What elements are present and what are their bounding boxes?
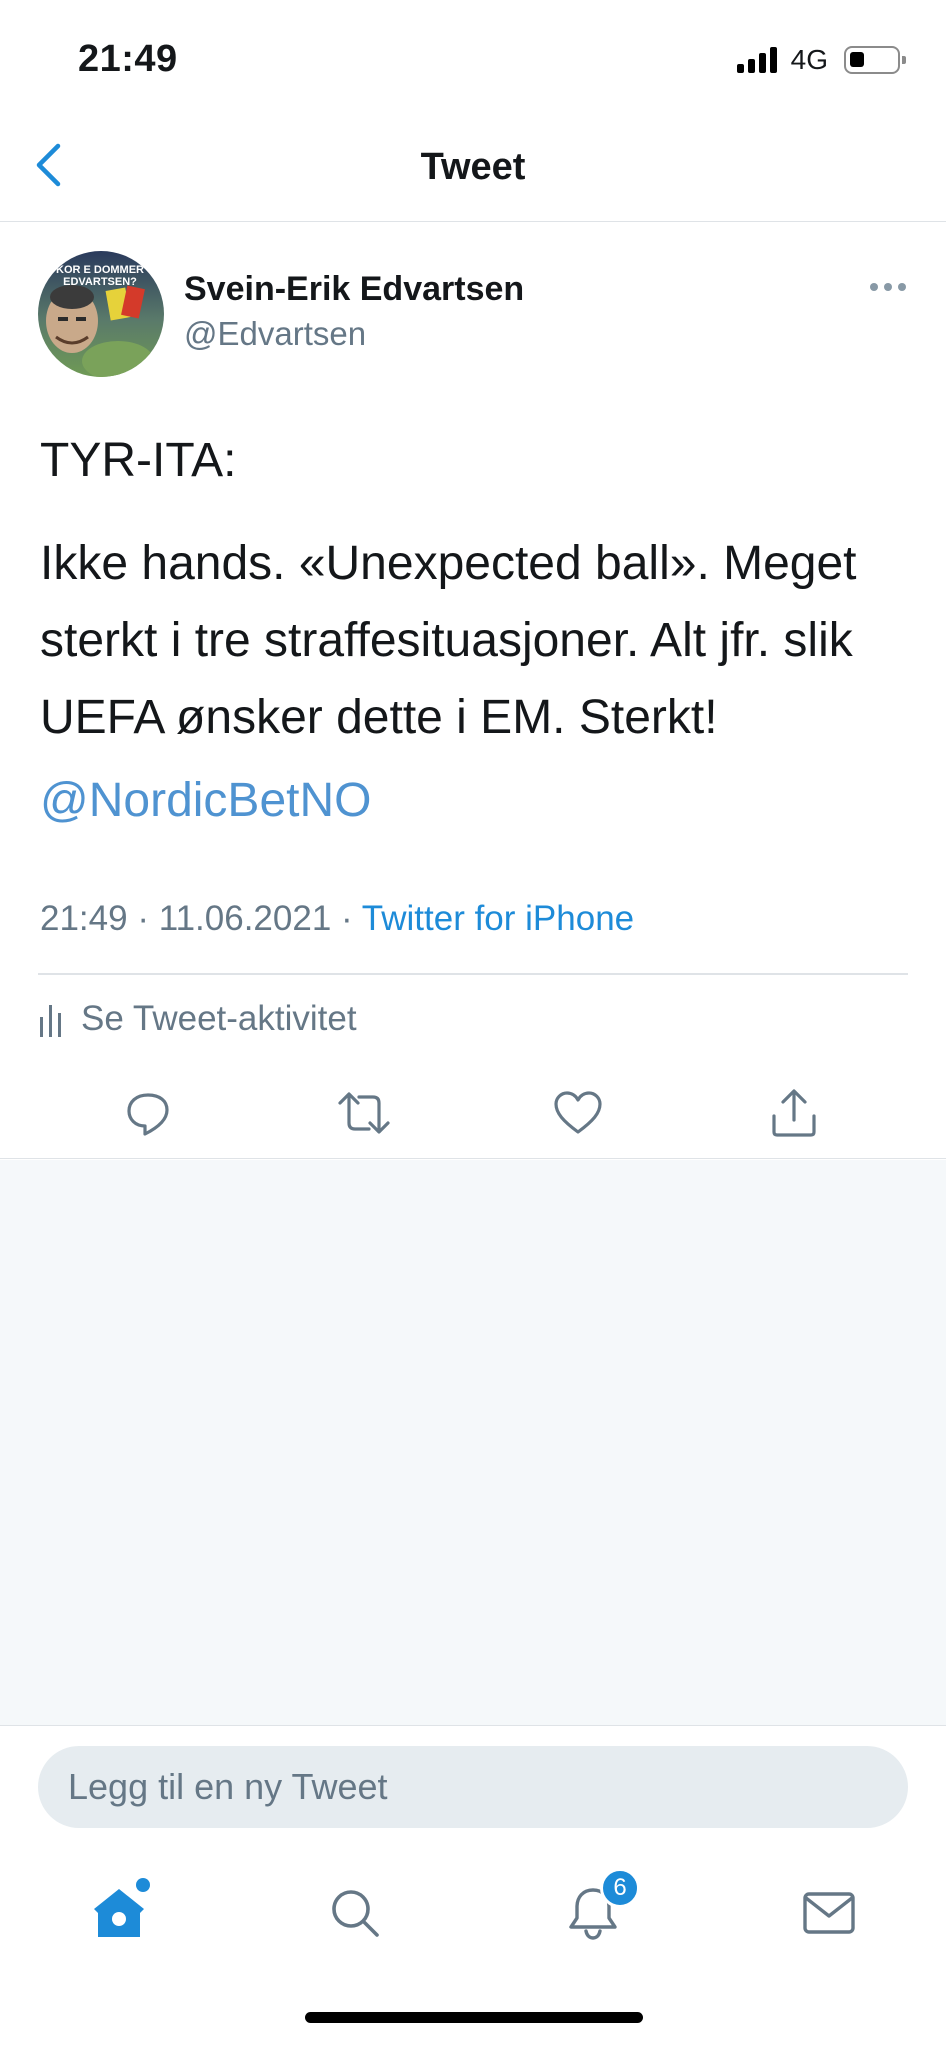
author-name[interactable]: Svein-Erik Edvartsen [184, 270, 524, 309]
tweet-date: 11.06.2021 [158, 899, 332, 938]
meta-separator: · [137, 899, 149, 938]
avatar[interactable]: KOR E DOMMER EDVARTSEN? [38, 251, 164, 377]
tweet-text-body: Ikke hands. «Unexpected ball». Meget ste… [40, 537, 857, 744]
replies-area [0, 1160, 946, 1725]
retweet-button[interactable] [334, 1083, 394, 1143]
svg-text:EDVARTSEN?: EDVARTSEN? [63, 276, 137, 288]
activity-label: Se Tweet-aktivitet [81, 999, 357, 1038]
analytics-icon [40, 1001, 61, 1037]
page-title: Tweet [420, 146, 526, 188]
tweet-time: 21:49 [40, 899, 128, 938]
like-icon [554, 1091, 602, 1134]
reply-input[interactable]: Legg til en ny Tweet [38, 1746, 908, 1828]
status-indicators: 4G [736, 44, 906, 76]
avatar-image: KOR E DOMMER EDVARTSEN? [38, 251, 164, 377]
tab-search[interactable] [322, 1880, 388, 1946]
status-time: 21:49 [78, 38, 178, 80]
tab-messages[interactable] [796, 1880, 862, 1946]
reply-icon [127, 1093, 169, 1136]
compose-bar: Legg til en ny Tweet [0, 1725, 946, 1835]
messages-icon [803, 1892, 855, 1934]
home-icon [94, 1889, 144, 1937]
mention-link[interactable]: @NordicBetNO [40, 773, 371, 828]
more-options-icon[interactable] [870, 283, 906, 291]
home-unread-dot [136, 1878, 150, 1892]
share-icon [772, 1089, 816, 1137]
svg-text:KOR E DOMMER: KOR E DOMMER [56, 264, 144, 276]
nav-header: Tweet [0, 110, 946, 222]
network-type: 4G [790, 44, 828, 75]
meta-separator: · [341, 899, 353, 938]
home-indicator[interactable] [305, 2012, 643, 2023]
tweet-text-heading: TYR-ITA: [40, 434, 237, 487]
tab-notifications[interactable]: 6 [560, 1868, 640, 1946]
retweet-icon [338, 1092, 390, 1134]
search-icon [332, 1890, 379, 1937]
tweet-meta: 21:49 · 11.06.2021 · Twitter for iPhone [40, 899, 634, 939]
signal-icon [736, 47, 777, 73]
divider [38, 973, 908, 975]
like-button[interactable] [548, 1083, 608, 1143]
tweet-detail: KOR E DOMMER EDVARTSEN? Svein-Erik Edvar… [0, 223, 946, 1159]
tweet-activity-link[interactable]: Se Tweet-aktivitet [40, 999, 357, 1039]
battery-icon [844, 46, 906, 74]
tweet-source-link[interactable]: Twitter for iPhone [362, 899, 634, 938]
author-handle[interactable]: @Edvartsen [184, 315, 366, 353]
notifications-badge: 6 [600, 1868, 640, 1908]
tweet-actions [0, 1083, 946, 1143]
status-bar: 21:49 4G [0, 0, 946, 110]
tab-home[interactable] [86, 1878, 152, 1946]
share-button[interactable] [764, 1083, 824, 1143]
reply-button[interactable] [118, 1083, 178, 1143]
